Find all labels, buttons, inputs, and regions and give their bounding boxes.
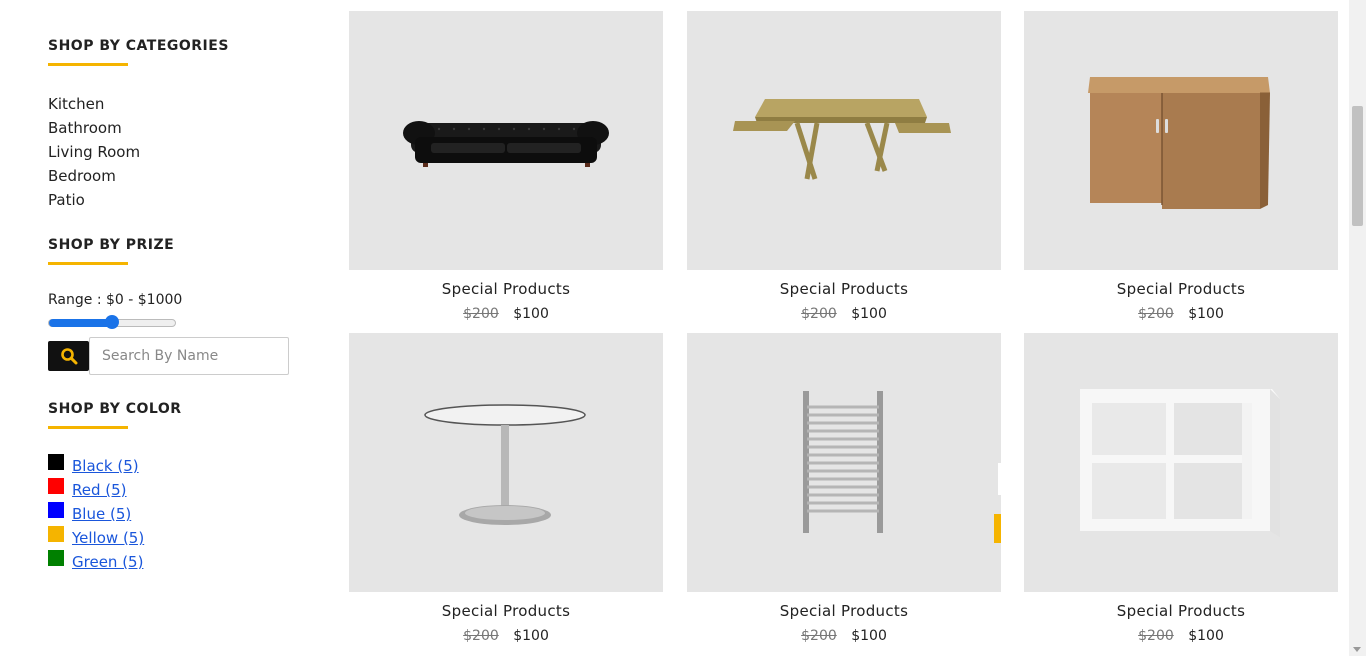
product-card[interactable]: Special Products $200 $100 bbox=[349, 333, 663, 644]
product-image-cabinet[interactable] bbox=[1024, 11, 1338, 270]
search-row bbox=[48, 337, 308, 375]
product-price: $200 $100 bbox=[687, 628, 1001, 644]
category-item-patio[interactable]: Patio bbox=[48, 188, 308, 212]
color-link-blue[interactable]: Blue (5) bbox=[72, 505, 131, 523]
price-range-label: Range : $0 - $1000 bbox=[48, 292, 183, 308]
product-card[interactable]: Special Products $200 $100 bbox=[687, 333, 1001, 644]
product-card[interactable]: Special Products $200 $100 bbox=[1024, 333, 1338, 644]
scrollbar-thumb[interactable] bbox=[1352, 106, 1363, 226]
side-accent-tab[interactable] bbox=[994, 514, 1001, 543]
price-slider-fill bbox=[49, 319, 112, 327]
wooden-cabinet-image bbox=[1088, 77, 1270, 209]
old-price: $200 bbox=[463, 306, 499, 322]
price-slider-thumb[interactable] bbox=[105, 315, 119, 329]
black-swatch bbox=[48, 454, 64, 470]
product-name[interactable]: Special Products bbox=[349, 602, 663, 620]
color-link-black[interactable]: Black (5) bbox=[72, 457, 139, 475]
search-button[interactable] bbox=[48, 341, 89, 371]
category-item-kitchen[interactable]: Kitchen bbox=[48, 92, 308, 116]
color-item-red: Red (5) bbox=[48, 478, 308, 502]
current-price: $100 bbox=[1188, 628, 1224, 644]
color-link-green[interactable]: Green (5) bbox=[72, 553, 143, 571]
product-card[interactable]: Special Products $200 $100 bbox=[1024, 11, 1338, 322]
color-link-yellow[interactable]: Yellow (5) bbox=[72, 529, 144, 547]
color-item-blue: Blue (5) bbox=[48, 502, 308, 526]
product-name[interactable]: Special Products bbox=[687, 602, 1001, 620]
product-price: $200 $100 bbox=[687, 306, 1001, 322]
green-swatch bbox=[48, 550, 64, 566]
current-price: $100 bbox=[513, 628, 549, 644]
product-price: $200 $100 bbox=[349, 628, 663, 644]
current-price: $100 bbox=[851, 628, 887, 644]
black-sofa-image bbox=[403, 121, 609, 167]
color-list: Black (5) Red (5) Blue (5) Yellow (5) Gr… bbox=[48, 454, 308, 574]
category-item-bathroom[interactable]: Bathroom bbox=[48, 116, 308, 140]
page-scrollbar[interactable] bbox=[1349, 0, 1366, 656]
product-card[interactable]: Special Products $200 $100 bbox=[349, 11, 663, 322]
product-name[interactable]: Special Products bbox=[1024, 602, 1338, 620]
categories-title: SHOP BY CATEGORIES bbox=[48, 38, 229, 54]
product-image-shelf[interactable] bbox=[1024, 333, 1338, 592]
color-link-red[interactable]: Red (5) bbox=[72, 481, 127, 499]
color-item-yellow: Yellow (5) bbox=[48, 526, 308, 550]
price-title: SHOP BY PRIZE bbox=[48, 237, 175, 253]
white-cube-shelf-image bbox=[1080, 389, 1280, 537]
product-name[interactable]: Special Products bbox=[349, 280, 663, 298]
picnic-table-image bbox=[733, 99, 951, 180]
product-price: $200 $100 bbox=[1024, 628, 1338, 644]
category-item-bedroom[interactable]: Bedroom bbox=[48, 164, 308, 188]
color-title: SHOP BY COLOR bbox=[48, 401, 182, 417]
price-title-underline bbox=[48, 262, 128, 265]
old-price: $200 bbox=[463, 628, 499, 644]
yellow-swatch bbox=[48, 526, 64, 542]
product-image-sofa[interactable] bbox=[349, 11, 663, 270]
category-list: Kitchen Bathroom Living Room Bedroom Pat… bbox=[48, 92, 308, 212]
color-item-black: Black (5) bbox=[48, 454, 308, 478]
category-item-living-room[interactable]: Living Room bbox=[48, 140, 308, 164]
old-price: $200 bbox=[1138, 628, 1174, 644]
old-price: $200 bbox=[801, 306, 837, 322]
old-price: $200 bbox=[801, 628, 837, 644]
towel-radiator-image bbox=[803, 391, 883, 533]
side-widget-white bbox=[998, 463, 1001, 495]
scroll-down-arrow-icon[interactable] bbox=[1353, 647, 1361, 652]
color-title-underline bbox=[48, 426, 128, 429]
price-range-slider[interactable] bbox=[48, 315, 176, 329]
current-price: $100 bbox=[513, 306, 549, 322]
product-card[interactable]: Special Products $200 $100 bbox=[687, 11, 1001, 322]
product-price: $200 $100 bbox=[349, 306, 663, 322]
search-input[interactable] bbox=[89, 337, 289, 375]
product-image-picnic-table[interactable] bbox=[687, 11, 1001, 270]
round-table-image bbox=[424, 404, 586, 525]
product-price: $200 $100 bbox=[1024, 306, 1338, 322]
product-name[interactable]: Special Products bbox=[687, 280, 1001, 298]
old-price: $200 bbox=[1138, 306, 1174, 322]
current-price: $100 bbox=[851, 306, 887, 322]
current-price: $100 bbox=[1188, 306, 1224, 322]
product-image-radiator[interactable] bbox=[687, 333, 1001, 592]
blue-swatch bbox=[48, 502, 64, 518]
search-icon bbox=[60, 348, 77, 365]
product-name[interactable]: Special Products bbox=[1024, 280, 1338, 298]
product-image-round-table[interactable] bbox=[349, 333, 663, 592]
categories-title-underline bbox=[48, 63, 128, 66]
red-swatch bbox=[48, 478, 64, 494]
color-item-green: Green (5) bbox=[48, 550, 308, 574]
